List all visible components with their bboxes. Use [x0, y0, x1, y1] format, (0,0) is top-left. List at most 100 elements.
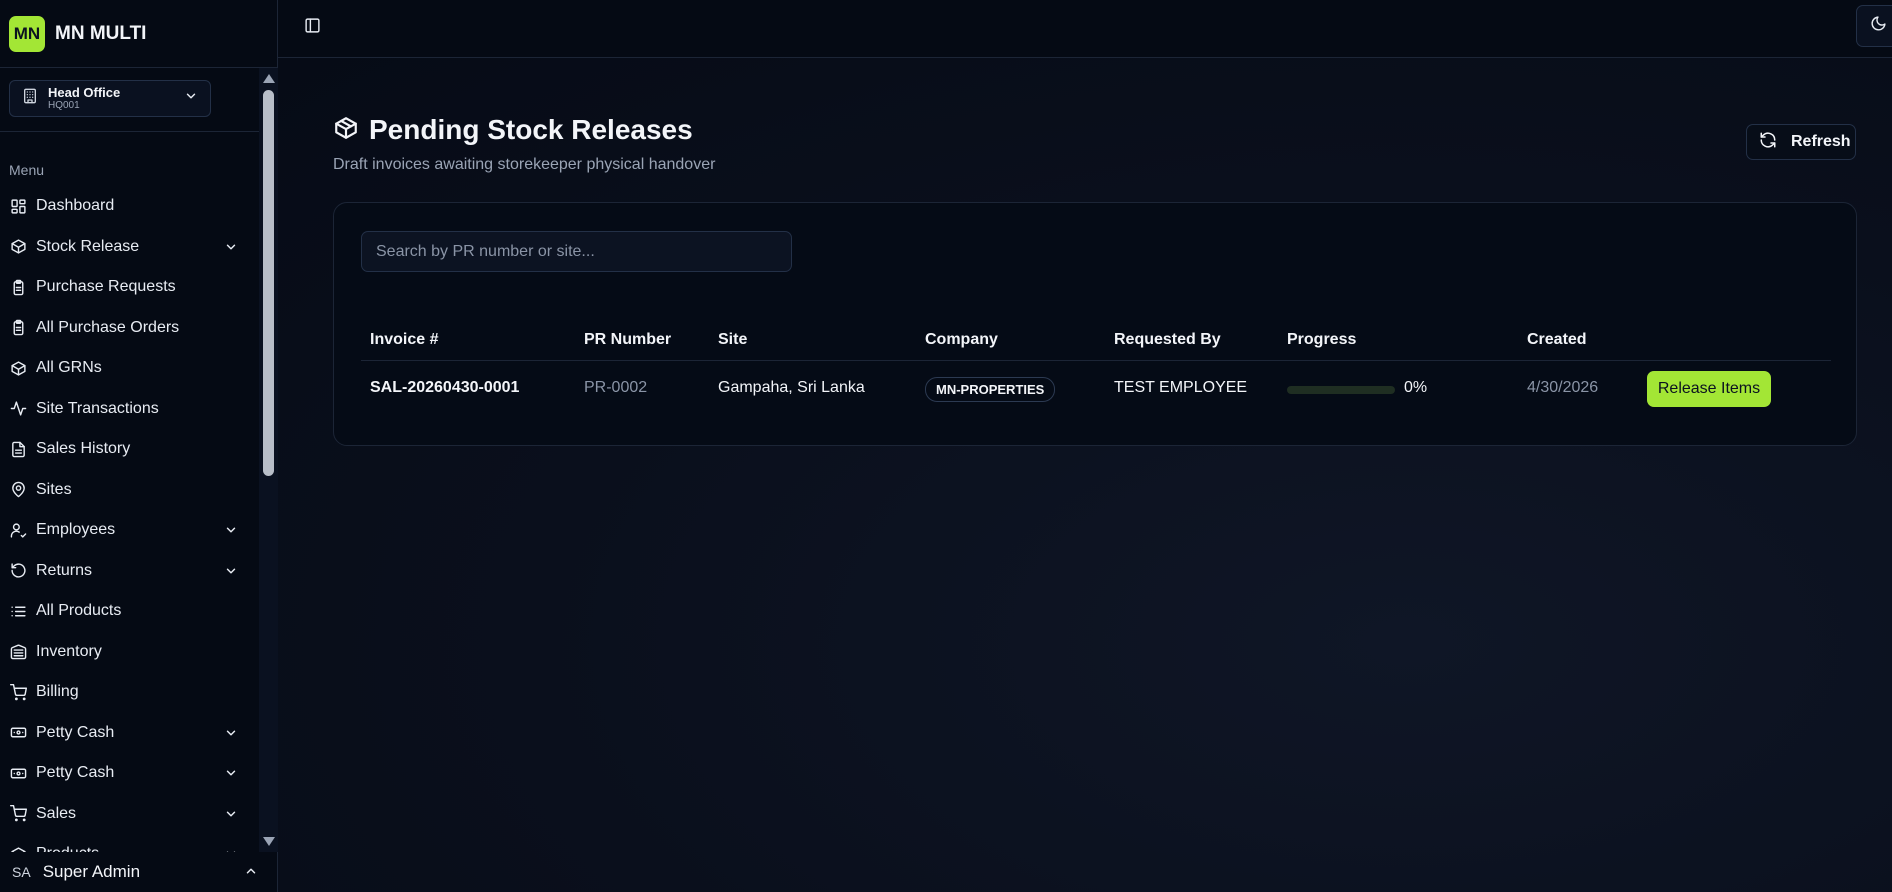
chevron-down-icon — [184, 89, 198, 108]
brand[interactable]: MN MN MULTI — [0, 0, 277, 68]
chevron-down-icon — [224, 726, 238, 745]
theme-toggle-button[interactable] — [1856, 5, 1892, 47]
invoice-number: SAL-20260430-0001 — [370, 379, 520, 396]
sidebar-item-label: Inventory — [36, 642, 102, 660]
clipboard-icon — [9, 278, 27, 296]
sidebar-item-site-transactions[interactable]: Site Transactions — [0, 389, 258, 430]
sidebar-item-petty-cash[interactable]: Petty Cash — [0, 713, 258, 754]
sidebar-item-sales-history[interactable]: Sales History — [0, 429, 258, 470]
scroll-down-arrow-icon[interactable] — [263, 837, 275, 846]
avatar: SA — [12, 864, 31, 880]
list-icon — [9, 602, 27, 620]
refresh-icon — [1759, 131, 1777, 154]
sidebar-item-label: Sales History — [36, 440, 131, 458]
sidebar-item-inventory[interactable]: Inventory — [0, 632, 258, 673]
sidebar-item-label: Purchase Requests — [36, 278, 176, 296]
sidebar-scroll-area: Menu Dashboard Stock Release Purchase Requ… — [0, 132, 278, 852]
sidebar-scrollbar[interactable] — [259, 68, 278, 852]
sidebar-item-label: Petty Cash — [36, 764, 115, 782]
company-badge: MN-PROPERTIES — [925, 377, 1056, 402]
sidebar-item-label: Sites — [36, 480, 72, 498]
sidebar-item-employees[interactable]: Employees — [0, 510, 258, 551]
chevron-down-icon — [224, 523, 238, 542]
cart-icon — [9, 683, 27, 701]
page-subtitle: Draft invoices awaiting storekeeper phys… — [333, 156, 716, 173]
clipboard-icon — [9, 319, 27, 337]
releases-card: Invoice # PR Number Site Company Request… — [333, 202, 1857, 446]
sidebar-item-products[interactable]: Products — [0, 834, 258, 852]
table-row[interactable]: SAL-20260430-0001 PR-0002 Gampaha, Sri L… — [361, 361, 1831, 417]
brand-name: MN MULTI — [55, 22, 147, 44]
sidebar-item-label: Petty Cash — [36, 723, 115, 741]
branch-selector[interactable]: Head Office HQ001 — [9, 80, 211, 117]
package-icon — [333, 115, 359, 146]
sidebar-item-all-purchase-orders[interactable]: All Purchase Orders — [0, 308, 258, 349]
pr-number: PR-0002 — [584, 379, 648, 396]
building-icon — [22, 88, 38, 109]
banknote-icon — [9, 764, 27, 782]
progress-bar — [1287, 386, 1395, 394]
sidebar-toggle-icon[interactable] — [304, 17, 321, 39]
branch-section: Head Office HQ001 — [0, 68, 277, 132]
sidebar-item-label: Site Transactions — [36, 399, 159, 417]
header-progress: Progress — [1287, 331, 1357, 348]
user-check-icon — [9, 521, 27, 539]
sidebar-item-label: Stock Release — [36, 237, 140, 255]
table-header: Invoice # PR Number Site Company Request… — [361, 321, 1831, 361]
warehouse-icon — [9, 643, 27, 661]
scroll-thumb[interactable] — [263, 90, 274, 476]
page-title: Pending Stock Releases — [369, 114, 693, 145]
header-site: Site — [718, 331, 748, 348]
chevron-down-icon — [224, 766, 238, 785]
user-menu[interactable]: SA Super Admin — [0, 852, 278, 892]
sidebar-item-all-products[interactable]: All Products — [0, 591, 258, 632]
package-icon — [9, 359, 27, 377]
header-invoice: Invoice # — [370, 331, 439, 348]
chevron-down-icon — [224, 240, 238, 259]
main-content: Pending Stock Releases Draft invoices aw… — [278, 58, 1892, 892]
refresh-button[interactable]: Refresh — [1746, 124, 1856, 160]
sidebar: MN MN MULTI Head Office HQ001 Menu Dashb… — [0, 0, 278, 892]
package-icon — [9, 845, 27, 852]
releases-table: Invoice # PR Number Site Company Request… — [361, 321, 1831, 417]
requested-by: TEST EMPLOYEE — [1114, 379, 1248, 396]
topbar — [278, 0, 1892, 58]
sidebar-item-dashboard[interactable]: Dashboard — [0, 186, 258, 227]
search-input[interactable] — [361, 231, 792, 272]
sidebar-item-sales[interactable]: Sales — [0, 794, 258, 835]
site-name: Gampaha, Sri Lanka — [718, 379, 865, 396]
sidebar-item-purchase-requests[interactable]: Purchase Requests — [0, 267, 258, 308]
sidebar-item-returns[interactable]: Returns — [0, 551, 258, 592]
sidebar-item-petty-cash[interactable]: Petty Cash — [0, 753, 258, 794]
rotate-icon — [9, 562, 27, 580]
sidebar-item-label: All Purchase Orders — [36, 318, 180, 336]
sidebar-item-label: All Products — [36, 602, 122, 620]
sidebar-item-billing[interactable]: Billing — [0, 672, 258, 713]
sidebar-item-sites[interactable]: Sites — [0, 470, 258, 511]
header-company: Company — [925, 331, 998, 348]
header-requested-by: Requested By — [1114, 331, 1221, 348]
sidebar-item-stock-release[interactable]: Stock Release — [0, 227, 258, 268]
menu-label: Menu — [9, 162, 45, 178]
user-name: Super Admin — [42, 862, 141, 881]
sidebar-item-label: Returns — [36, 561, 93, 579]
progress-label: 0% — [1404, 379, 1428, 396]
map-pin-icon — [9, 481, 27, 499]
release-items-button[interactable]: Release Items — [1647, 371, 1771, 407]
sidebar-item-all-grns[interactable]: All GRNs — [0, 348, 258, 389]
header-pr-number: PR Number — [584, 331, 672, 348]
cart-icon — [9, 805, 27, 823]
brand-logo: MN — [9, 15, 45, 52]
sidebar-item-label: Dashboard — [36, 197, 115, 215]
sidebar-item-label: All GRNs — [36, 359, 102, 377]
chevron-up-icon — [244, 864, 258, 883]
moon-icon — [1870, 15, 1887, 37]
scroll-up-arrow-icon[interactable] — [263, 74, 275, 83]
branch-name: Head Office — [48, 85, 121, 100]
chevron-down-icon — [224, 807, 238, 826]
page-header: Pending Stock Releases Draft invoices aw… — [333, 114, 715, 174]
created-date: 4/30/2026 — [1527, 379, 1599, 396]
refresh-label: Refresh — [1791, 133, 1851, 150]
sidebar-item-label: Products — [36, 845, 99, 852]
chevron-down-icon — [224, 564, 238, 583]
